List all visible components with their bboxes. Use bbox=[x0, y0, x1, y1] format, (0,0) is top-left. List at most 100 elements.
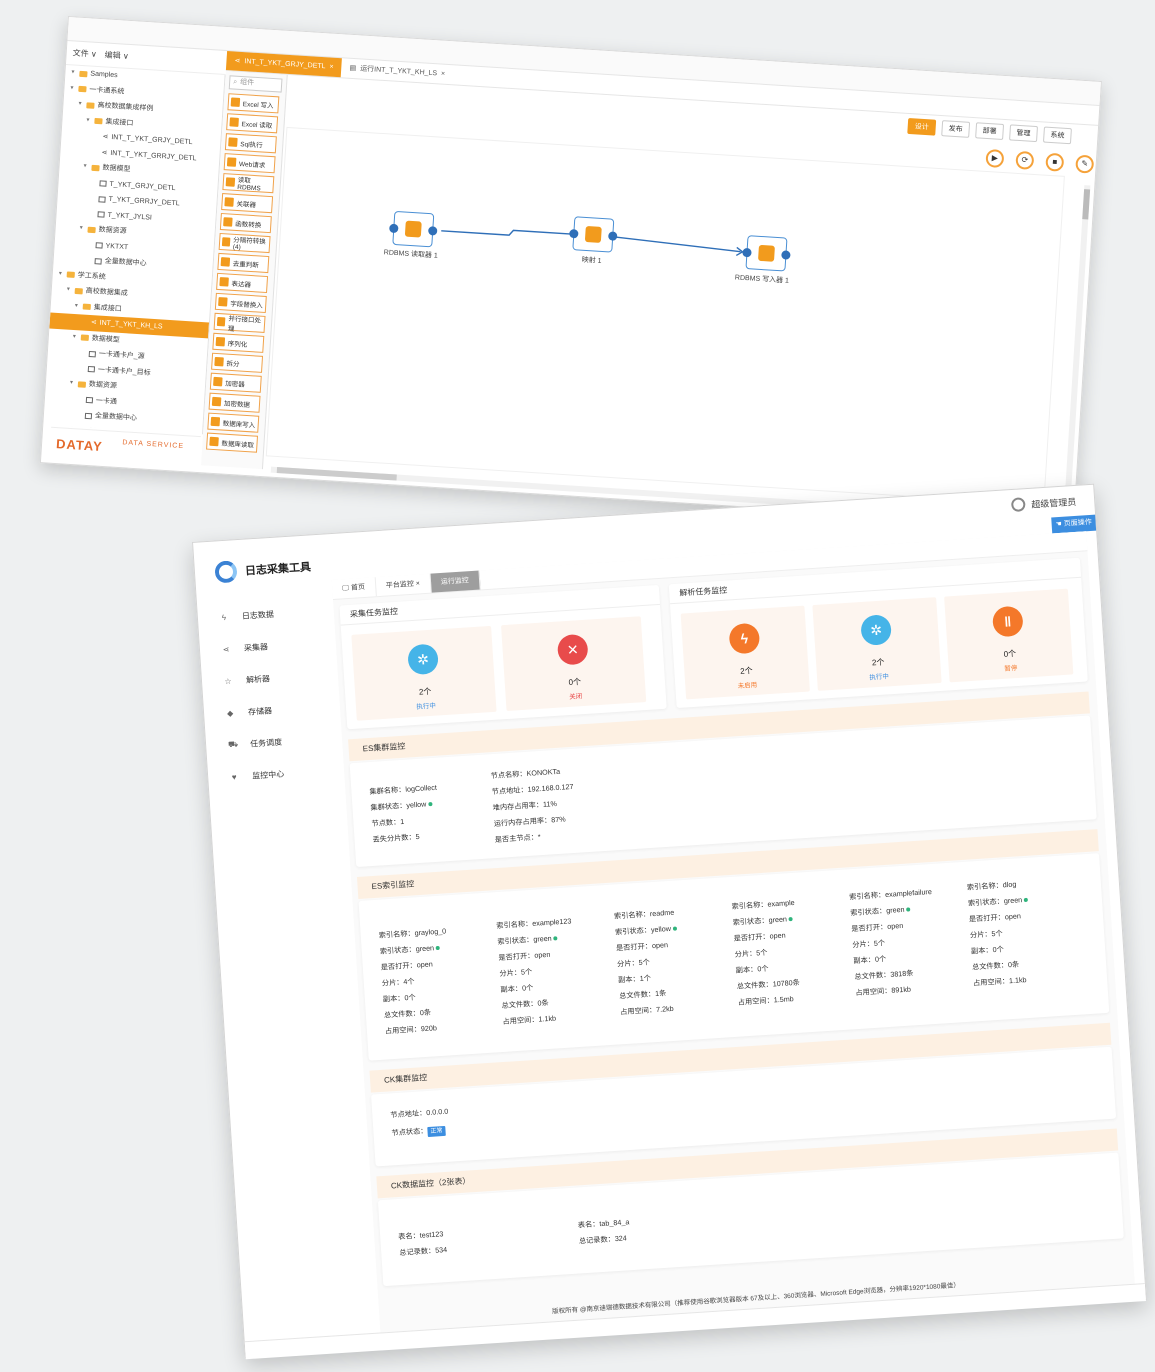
expand-arrow-icon[interactable]: ▾ bbox=[58, 266, 64, 282]
tree-item-label: 数据资源 bbox=[88, 381, 118, 390]
palette-component[interactable]: 分隔符转换(4) bbox=[218, 232, 271, 254]
task-status-card[interactable]: ✲ 2个 执行中 bbox=[812, 597, 942, 691]
ck-node-address: 节点地址：0.0.0.0 bbox=[390, 1106, 449, 1120]
palette-component[interactable]: 字段替换入 bbox=[214, 292, 267, 314]
page-action-button[interactable]: ☚ 页面操作 bbox=[1051, 514, 1097, 534]
palette-component[interactable]: 拆分 bbox=[211, 352, 264, 373]
input-port[interactable] bbox=[389, 223, 399, 234]
expand-arrow-icon[interactable]: ▾ bbox=[66, 282, 72, 298]
palette-component[interactable]: 关联器 bbox=[221, 193, 274, 214]
ck-node-status: 节点状态： 正常 bbox=[391, 1122, 446, 1141]
mode-button[interactable]: 系统 bbox=[1042, 126, 1072, 145]
palette-component[interactable]: 读取RDBMS bbox=[222, 173, 275, 194]
info-text: 索引名称：examplefailure bbox=[848, 886, 933, 902]
input-port[interactable] bbox=[569, 228, 579, 239]
status-dot-icon bbox=[1024, 897, 1029, 903]
edit-icon[interactable]: ✎ bbox=[1075, 154, 1095, 174]
palette-component[interactable]: Excel 读取 bbox=[226, 113, 279, 134]
tree-item-label: 高校数据集成 bbox=[85, 287, 128, 298]
run-icon[interactable]: ▶ bbox=[985, 148, 1005, 169]
logo-sub: DATA SERVICE bbox=[122, 439, 185, 451]
expand-arrow-icon[interactable]: ▾ bbox=[78, 97, 84, 113]
sidebar-item-label: 监控中心 bbox=[251, 769, 285, 781]
palette-component[interactable]: Excel 写入 bbox=[227, 93, 280, 114]
palette-component[interactable]: 加密数据 bbox=[208, 392, 261, 413]
close-icon[interactable]: × bbox=[329, 57, 334, 77]
palette-component[interactable]: 去重判断 bbox=[217, 252, 270, 274]
menu-file[interactable]: 文件 ∨ bbox=[72, 47, 97, 65]
document-icon: ▤ bbox=[349, 64, 357, 72]
palette-component[interactable]: 数据库写入 bbox=[207, 412, 260, 433]
flow-node-mapping[interactable] bbox=[569, 216, 618, 253]
component-icon bbox=[225, 177, 235, 187]
palette-component[interactable]: Web请求 bbox=[223, 153, 276, 174]
info-text: 是否打开：open bbox=[380, 959, 433, 972]
mode-button[interactable]: 设计 bbox=[907, 117, 937, 136]
user-menu[interactable]: 超级管理员 bbox=[1010, 494, 1077, 513]
menu-edit[interactable]: 编辑 ∨ bbox=[104, 49, 129, 67]
expand-arrow-icon[interactable]: ▾ bbox=[72, 329, 78, 345]
stop-icon[interactable]: ■ bbox=[1045, 152, 1065, 172]
task-status-card[interactable]: ✲ 2个 执行中 bbox=[351, 625, 497, 721]
task-status-card[interactable]: ϟ 2个 未启用 bbox=[680, 605, 810, 700]
info-text: 占用空间：891kb bbox=[855, 984, 912, 998]
palette-component[interactable]: Sql执行 bbox=[224, 133, 277, 154]
page-tab[interactable]: 平台监控 × bbox=[375, 573, 432, 597]
table-icon bbox=[88, 350, 97, 358]
task-status-icon: ✕ bbox=[556, 633, 589, 666]
expand-arrow-icon[interactable]: ▾ bbox=[79, 221, 85, 237]
star-icon: ☆ bbox=[224, 676, 232, 686]
expand-arrow-icon[interactable]: ▾ bbox=[86, 113, 92, 129]
palette-component[interactable]: 表达器 bbox=[216, 272, 269, 294]
palette-component[interactable]: 函数转换 bbox=[219, 212, 272, 234]
info-text: 副本：0个 bbox=[382, 992, 416, 1004]
info-line: 占用空间：920b bbox=[384, 1019, 452, 1039]
page-tab[interactable]: 运行监控 bbox=[430, 570, 481, 593]
canvas-vertical-scrollbar[interactable] bbox=[1064, 185, 1091, 505]
refresh-icon[interactable]: ⟳ bbox=[1015, 150, 1035, 170]
component-search-input[interactable]: ⌕ 组件 bbox=[228, 75, 283, 93]
mode-button[interactable]: 部署 bbox=[975, 122, 1005, 140]
palette-component[interactable]: 数据库读取 bbox=[206, 432, 259, 453]
page-tab[interactable]: 🖵 首页 bbox=[331, 577, 377, 600]
main-content: 🖵 首页 平台监控 × 运行监控 采集任务监控 ✲ 2个 执行中 ✕ 0个 关闭 解析任务监控… bbox=[331, 531, 1136, 1339]
info-line: 总记录数：534 bbox=[399, 1242, 448, 1261]
folder-icon bbox=[87, 226, 96, 233]
info-line: 总记录数：324 bbox=[578, 1230, 630, 1249]
task-status-card[interactable]: ‖ 0个 暂停 bbox=[944, 588, 1074, 683]
component-icon bbox=[215, 336, 226, 347]
es-cluster-left: 集群名称：logCollect 集群状态：yellow 节点数：1 丢失分片数：5 bbox=[369, 780, 440, 848]
info-text: 副本：0个 bbox=[970, 944, 1004, 956]
parse-task-panel: 解析任务监控 ϟ 2个 未启用 ✲ 2个 执行中 ‖ 0个 暂停 bbox=[668, 557, 1088, 709]
info-text: 总文件数：1条 bbox=[618, 988, 667, 1001]
flow-node-rdbms-writer[interactable] bbox=[742, 235, 791, 272]
design-canvas[interactable]: 设计发布部署管理系统 ▶ ⟳ ■ ✎ RDBMS 读取器 1 映射 1 bbox=[264, 75, 1098, 527]
info-text: 是否打开：open bbox=[733, 930, 786, 943]
ck-table-card: 表名：test123 总记录数：534 bbox=[398, 1226, 448, 1261]
input-port[interactable] bbox=[742, 247, 752, 258]
palette-component[interactable]: 序列化 bbox=[212, 332, 265, 353]
sidebar-item-label: 任务调度 bbox=[249, 737, 283, 749]
expand-arrow-icon[interactable]: ▾ bbox=[83, 159, 89, 175]
flow-node-rdbms-reader[interactable] bbox=[389, 210, 438, 248]
info-text: 节点数：1 bbox=[371, 816, 405, 828]
expand-arrow-icon[interactable]: ▾ bbox=[71, 65, 77, 81]
expand-arrow-icon[interactable]: ▾ bbox=[70, 81, 76, 97]
palette-component[interactable]: 并行接口处理 bbox=[213, 312, 266, 333]
sidebar-item-label: 解析器 bbox=[245, 673, 271, 685]
status-dot-icon bbox=[428, 802, 433, 807]
expand-arrow-icon[interactable]: ▾ bbox=[69, 376, 75, 392]
palette-component[interactable]: 加密器 bbox=[209, 372, 262, 393]
user-name: 超级管理员 bbox=[1030, 496, 1077, 510]
task-status-card[interactable]: ✕ 0个 关闭 bbox=[501, 616, 647, 712]
info-text: 节点地址：192.168.0.127 bbox=[491, 781, 574, 797]
mode-button[interactable]: 发布 bbox=[941, 120, 971, 138]
expand-arrow-icon[interactable]: ▾ bbox=[74, 299, 80, 315]
close-icon[interactable]: × bbox=[440, 64, 446, 84]
component-label: 加密数据 bbox=[223, 400, 251, 409]
status-dot-icon bbox=[435, 945, 441, 951]
folder-icon bbox=[77, 381, 87, 388]
info-line: 占用空间：1.5mb bbox=[737, 991, 801, 1011]
info-line: 占用空间：7.2kb bbox=[620, 1000, 683, 1020]
mode-button[interactable]: 管理 bbox=[1009, 124, 1038, 143]
